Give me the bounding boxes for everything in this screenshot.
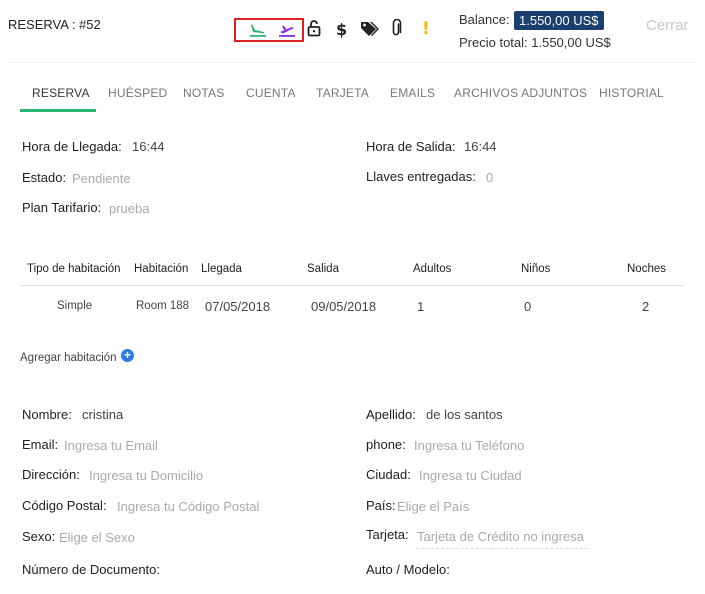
card-field-underline	[416, 548, 588, 549]
phone-field[interactable]: Ingresa tu Teléfono	[414, 438, 524, 453]
tab-bar: RESERVA HUÉSPED NOTAS CUENTA TARJETA EMA…	[0, 78, 705, 112]
tab-cuenta[interactable]: CUENTA	[246, 86, 296, 100]
close-button[interactable]: Cerrar	[646, 17, 689, 34]
postal-code-label: Código Postal:	[22, 498, 107, 513]
cell-nights: 2	[642, 299, 650, 314]
sex-label: Sexo:	[22, 529, 56, 544]
phone-label: phone:	[366, 437, 406, 452]
country-select[interactable]: Elige el País	[397, 499, 469, 514]
country-label: País:	[366, 498, 396, 513]
departure-time-label: Hora de Salida:	[366, 139, 456, 154]
tab-tarjeta[interactable]: TARJETA	[316, 86, 369, 100]
cell-room-type: Simple	[57, 300, 93, 312]
email-field[interactable]: Ingresa tu Email	[64, 438, 158, 453]
address-label: Dirección:	[22, 467, 80, 482]
rate-plan-label: Plan Tarifario:	[22, 200, 102, 215]
plus-circle-icon[interactable]: +	[121, 349, 134, 362]
add-room-link[interactable]: Agregar habitación	[20, 352, 117, 364]
col-header-nights: Noches	[627, 263, 666, 275]
tab-reserva[interactable]: RESERVA	[32, 86, 90, 100]
tab-notas[interactable]: NOTAS	[183, 86, 224, 100]
total-price: Precio total: 1.550,00 US$	[459, 35, 611, 50]
cell-departure: 09/05/2018	[311, 299, 377, 314]
col-header-adults: Adultos	[413, 263, 452, 275]
paperclip-icon[interactable]	[390, 19, 402, 38]
email-label: Email:	[22, 437, 59, 452]
tab-huesped[interactable]: HUÉSPED	[108, 86, 167, 100]
lock-open-icon[interactable]	[307, 19, 321, 37]
tab-emails[interactable]: EMAILS	[390, 86, 435, 100]
cell-adults: 1	[417, 299, 425, 314]
name-label: Nombre:	[22, 407, 72, 422]
active-tab-indicator	[20, 109, 96, 112]
surname-label: Apellido:	[366, 407, 416, 422]
balance-badge: 1.550,00 US$	[514, 11, 604, 30]
dollar-icon[interactable]: $	[336, 20, 347, 39]
city-field[interactable]: Ingresa tu Ciudad	[419, 468, 522, 483]
sex-select[interactable]: Elige el Sexo	[59, 530, 135, 545]
document-number-label: Número de Documento:	[22, 562, 161, 577]
tags-icon[interactable]	[360, 20, 380, 37]
cell-room: Room 188	[136, 300, 190, 312]
card-field[interactable]: Tarjeta de Crédito no ingresa	[417, 529, 588, 544]
table-divider	[20, 285, 684, 286]
car-model-label: Auto / Modelo:	[366, 562, 450, 577]
name-field[interactable]: cristina	[82, 407, 123, 422]
col-header-room-type: Tipo de habitación	[27, 263, 121, 275]
plane-arrival-icon[interactable]	[249, 21, 267, 37]
address-field[interactable]: Ingresa tu Domicilio	[89, 468, 203, 483]
balance-label: Balance:	[459, 12, 510, 27]
col-header-children: Niños	[521, 263, 551, 275]
surname-field[interactable]: de los santos	[426, 407, 503, 422]
arrival-time-label: Hora de Llegada:	[22, 139, 122, 154]
reservation-header: RESERVA : #52 $ ! Balance: 1.550,00 US$ …	[0, 0, 705, 62]
status-label: Estado:	[22, 170, 67, 185]
cell-arrival: 07/05/2018	[205, 299, 271, 314]
col-header-room: Habitación	[134, 263, 189, 275]
cell-children: 0	[524, 299, 532, 314]
header-divider	[8, 62, 696, 63]
col-header-arrival: Llegada	[201, 263, 242, 275]
departure-time-value[interactable]: 16:44	[464, 139, 497, 154]
card-label: Tarjeta:	[366, 527, 409, 542]
rate-plan-value[interactable]: prueba	[109, 201, 149, 216]
col-header-departure: Salida	[307, 263, 339, 275]
keys-value[interactable]: 0	[486, 170, 493, 185]
tab-archivos-adjuntos[interactable]: ARCHIVOS ADJUNTOS	[454, 86, 587, 100]
plane-departure-icon[interactable]	[278, 21, 296, 37]
warning-icon[interactable]: !	[422, 19, 430, 39]
reservation-title: RESERVA : #52	[8, 17, 101, 32]
keys-label: Llaves entregadas:	[366, 169, 476, 184]
status-value[interactable]: Pendiente	[72, 171, 131, 186]
arrival-time-value[interactable]: 16:44	[132, 139, 165, 154]
tab-historial[interactable]: HISTORIAL	[599, 86, 664, 100]
city-label: Ciudad:	[366, 467, 411, 482]
postal-code-field[interactable]: Ingresa tu Código Postal	[117, 499, 259, 514]
